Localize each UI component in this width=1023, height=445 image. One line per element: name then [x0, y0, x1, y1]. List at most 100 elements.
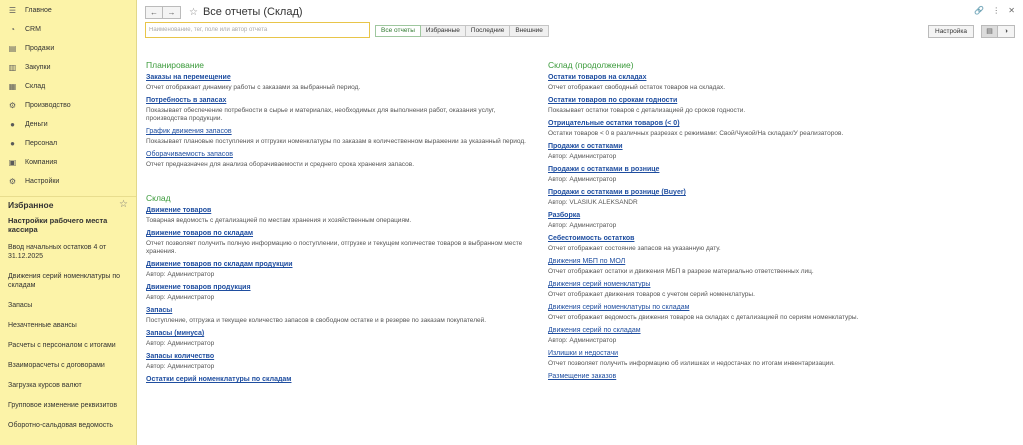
- reports-column-right: Склад (продолжение) Остатки товаров на ск…: [548, 60, 868, 389]
- report-link[interactable]: Себестоимость остатков: [548, 234, 868, 243]
- report-link[interactable]: Оборачиваемость запасов: [146, 150, 531, 159]
- sidebar-item-label: Компания: [25, 159, 58, 166]
- favorite-item[interactable]: Загрузка курсов валют: [0, 381, 136, 390]
- favorite-star-icon[interactable]: ☆: [189, 7, 198, 18]
- report-description: Автор: Администратор: [146, 363, 215, 370]
- purchases-icon: ▥: [8, 63, 17, 72]
- sales-icon: ▤: [8, 44, 17, 53]
- money-icon: ●: [10, 120, 15, 129]
- sidebar-item[interactable]: ● Деньги: [0, 115, 136, 134]
- report-link[interactable]: Продажи с остатками в рознице: [548, 165, 868, 174]
- filter-tab[interactable]: Последние: [465, 25, 511, 37]
- report-description: Отчет отображает состояние запасов на ук…: [548, 245, 721, 252]
- list-view-icon[interactable]: ▤: [981, 25, 998, 38]
- report-item: Движения МБП по МОЛ Отчет отображает оста…: [548, 257, 868, 276]
- report-section: Склад (продолжение) Остатки товаров на ск…: [548, 60, 868, 381]
- sidebar-item-label: Настройки: [25, 178, 60, 185]
- favorite-item[interactable]: Незачтенные авансы: [0, 321, 136, 330]
- report-item: Движение товаров продукция Автор: Админис…: [146, 283, 531, 302]
- sidebar-item[interactable]: ☰ Главное: [0, 1, 136, 20]
- sidebar-item[interactable]: ▥ Закупки: [0, 58, 136, 77]
- report-section: Склад Движение товаров Товарная ведомость …: [146, 193, 531, 384]
- section-title: Планирование: [146, 60, 205, 70]
- favorites-header: Избранное ☆: [0, 196, 136, 210]
- report-item: Продажи с остатками в рознице (Buyer) Авт…: [548, 188, 868, 207]
- favorite-item[interactable]: Настройки рабочего места кассира: [0, 216, 136, 234]
- report-item: Разборка Автор: Администратор: [548, 211, 868, 230]
- report-description: Отчет позволяет получить информацию об и…: [548, 360, 835, 367]
- filter-tab[interactable]: Внешние: [510, 25, 549, 37]
- report-link[interactable]: Запасы (минуса): [146, 329, 531, 338]
- favorite-item[interactable]: Запасы: [0, 301, 136, 310]
- link-icon[interactable]: 🔗: [974, 6, 984, 15]
- sidebar-item[interactable]: ▣ Компания: [0, 153, 136, 172]
- report-link[interactable]: Движения серий номенклатуры: [548, 280, 868, 289]
- title-bar: ← → ☆ Все отчеты (Склад) 🔗 ⋮ ✕: [145, 5, 1015, 19]
- report-item: Остатки товаров на складах Отчет отобража…: [548, 73, 868, 92]
- favorite-item[interactable]: Оборотно-сальдовая ведомость: [0, 421, 136, 430]
- report-link[interactable]: Отрицательные остатки товаров (< 0): [548, 119, 868, 128]
- sidebar-nav: ☰ Главное ◔ CRM ▤ Продажи ▥ Закупки ▦ Склад ⚙ Произ…: [0, 0, 136, 191]
- report-link[interactable]: Запасы: [146, 306, 531, 315]
- report-link[interactable]: Потребность в запасах: [146, 96, 531, 105]
- report-link[interactable]: Заказы на перемещение: [146, 73, 531, 82]
- more-icon[interactable]: ⋮: [992, 6, 1000, 15]
- sidebar-item-label: Главное: [25, 7, 52, 14]
- report-link[interactable]: Остатки товаров на складах: [548, 73, 868, 82]
- report-link[interactable]: Остатки товаров по срокам годности: [548, 96, 868, 105]
- filter-tab[interactable]: Все отчеты: [375, 25, 421, 37]
- report-link[interactable]: Излишки и недостачи: [548, 349, 868, 358]
- sidebar-item[interactable]: ▤ Продажи: [0, 39, 136, 58]
- report-link[interactable]: Движения серий по складам: [548, 326, 868, 335]
- star-icon[interactable]: ☆: [119, 199, 128, 210]
- report-item: Потребность в запасах Показывает обеспече…: [146, 96, 531, 123]
- report-description: Показывает обеспечение потребности в сыр…: [146, 107, 496, 122]
- report-item: Остатки серий номенклатуры по складам: [146, 375, 531, 384]
- report-link[interactable]: Остатки серий номенклатуры по складам: [146, 375, 531, 384]
- favorite-item[interactable]: Расчеты с персоналом с итогами: [0, 341, 136, 350]
- report-item: Движение товаров по складам Отчет позволя…: [146, 229, 531, 256]
- settings-button-label: Настройка: [935, 28, 967, 35]
- forward-button[interactable]: →: [163, 5, 181, 19]
- favorite-item[interactable]: Движения серий номенклатуры по складам: [0, 272, 136, 290]
- report-item: Излишки и недостачи Отчет позволяет получ…: [548, 349, 868, 368]
- report-link[interactable]: Продажи с остатками: [548, 142, 868, 151]
- report-link[interactable]: Движения серий номенклатуры по складам: [548, 303, 868, 312]
- report-description: Отчет отображает динамику работы с заказ…: [146, 84, 361, 91]
- sidebar-item[interactable]: ▦ Склад: [0, 77, 136, 96]
- search-input[interactable]: [145, 22, 370, 38]
- report-link[interactable]: Размещение заказов: [548, 372, 868, 381]
- favorite-item[interactable]: Взаиморасчеты с договорами: [0, 361, 136, 370]
- settings-button[interactable]: Настройка: [928, 25, 974, 38]
- report-description: Остатки товаров < 0 в различных разрезах…: [548, 130, 844, 137]
- report-description: Автор: Администратор: [548, 337, 617, 344]
- sidebar-item[interactable]: ⚙ Производство: [0, 96, 136, 115]
- report-link[interactable]: Движение товаров продукция: [146, 283, 531, 292]
- report-link[interactable]: Движение товаров по складам продукции: [146, 260, 531, 269]
- report-item: Остатки товаров по срокам годности Показы…: [548, 96, 868, 115]
- report-link[interactable]: Разборка: [548, 211, 868, 220]
- report-link[interactable]: Движение товаров: [146, 206, 531, 215]
- sidebar-item-label: Продажи: [25, 45, 55, 52]
- filter-tab[interactable]: Избранные: [420, 25, 466, 37]
- favorite-item[interactable]: Ввод начальных остатков 4 от 31.12.2025: [0, 243, 136, 261]
- report-link[interactable]: Движения МБП по МОЛ: [548, 257, 868, 266]
- back-button[interactable]: ←: [145, 5, 163, 19]
- chart-view-icon[interactable]: ◑: [998, 25, 1015, 38]
- report-description: Показывает плановые поступления и отгруз…: [146, 138, 526, 145]
- favorite-item[interactable]: Групповое изменение реквизитов: [0, 401, 136, 410]
- report-link[interactable]: Движение товаров по складам: [146, 229, 531, 238]
- report-link[interactable]: Запасы количество: [146, 352, 531, 361]
- sidebar-item[interactable]: ● Персонал: [0, 134, 136, 153]
- sidebar-item-label: CRM: [25, 26, 41, 33]
- report-description: Поступление, отгрузка и текущее количест…: [146, 317, 487, 324]
- page-title: Все отчеты (Склад): [202, 6, 303, 18]
- sidebar-item[interactable]: ◔ CRM: [0, 20, 136, 39]
- report-item: Запасы Поступление, отгрузка и текущее ко…: [146, 306, 531, 325]
- close-icon[interactable]: ✕: [1008, 6, 1015, 15]
- report-link[interactable]: График движения запасов: [146, 127, 531, 136]
- report-item: Движения серий номенклатуры Отчет отображ…: [548, 280, 868, 299]
- report-item: Оборачиваемость запасов Отчет предназначе…: [146, 150, 531, 169]
- report-link[interactable]: Продажи с остатками в рознице (Buyer): [548, 188, 868, 197]
- sidebar-item[interactable]: ⚙ Настройки: [0, 172, 136, 191]
